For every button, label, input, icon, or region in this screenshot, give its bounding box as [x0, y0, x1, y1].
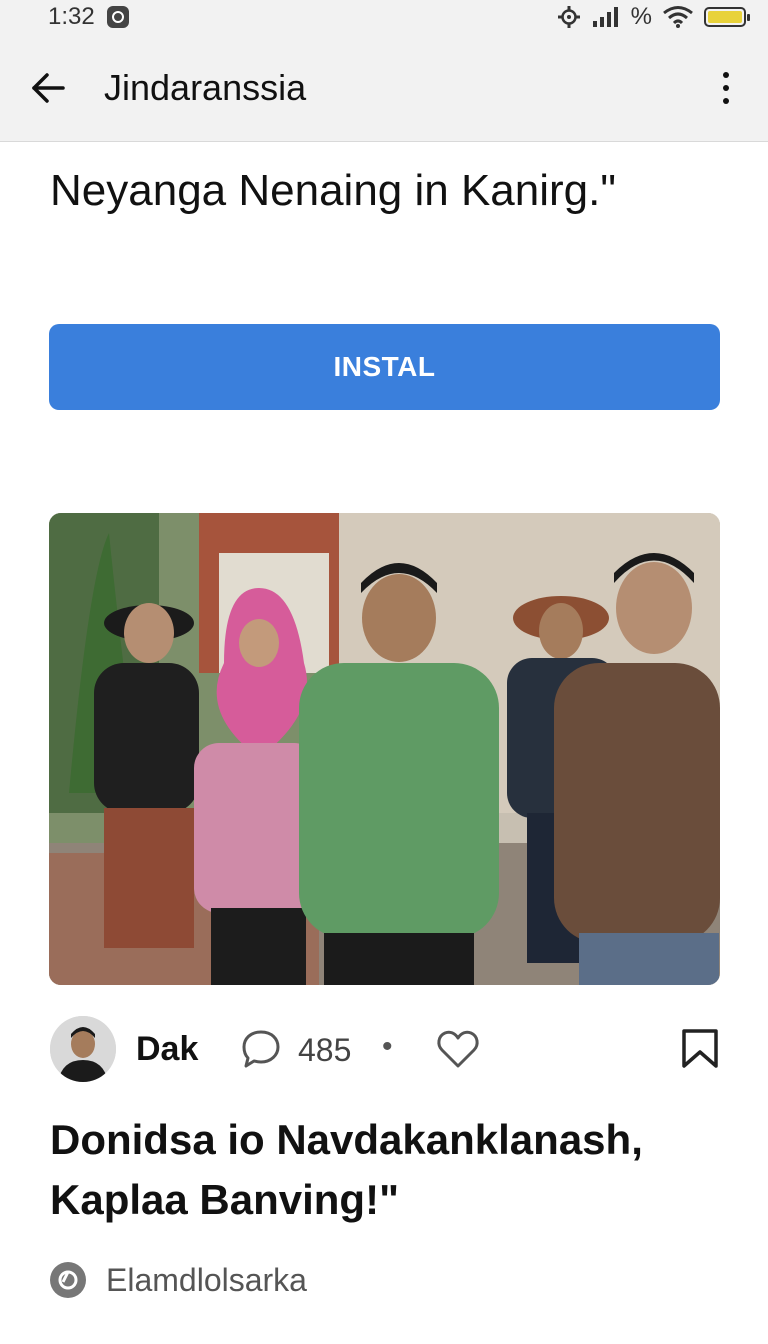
- notification-icon: [106, 6, 129, 28]
- wifi-icon: [663, 6, 693, 28]
- more-options-button[interactable]: [714, 64, 738, 112]
- heart-icon[interactable]: [436, 1028, 480, 1070]
- group-photo[interactable]: [49, 513, 720, 985]
- author-name[interactable]: Dak: [136, 1030, 198, 1069]
- source-name: Elamdlolsarka: [106, 1261, 307, 1298]
- app-title: Jindaranssia: [104, 67, 307, 108]
- comment-count: 485: [298, 1032, 352, 1068]
- arrow-left-icon: [32, 73, 65, 103]
- status-bar: 1:32 %: [0, 0, 768, 34]
- gear-icon: [557, 6, 580, 28]
- comment-icon[interactable]: [240, 1028, 282, 1070]
- source-logo-icon: [50, 1262, 86, 1298]
- install-button[interactable]: INSTAL: [49, 324, 720, 410]
- back-button[interactable]: [26, 66, 70, 110]
- status-left: 1:32: [48, 3, 129, 31]
- avatar[interactable]: [50, 1016, 116, 1082]
- battery-level: [708, 11, 742, 23]
- signal-icon: [592, 7, 618, 27]
- meta-separator: •: [382, 1030, 393, 1063]
- signal-text: %: [630, 3, 652, 30]
- post-headline[interactable]: Donidsa io Navdakanklanash, Kaplaa Banvi…: [50, 1110, 730, 1230]
- promo-text: Neyanga Nenaing in Kanirg.": [50, 166, 616, 215]
- source-row[interactable]: Elamdlolsarka: [50, 1260, 307, 1300]
- more-vert-icon-dot: [723, 85, 729, 91]
- battery-icon: [704, 7, 750, 27]
- post-meta-row: Dak 485 •: [50, 1016, 720, 1084]
- more-vert-icon-dot: [723, 72, 729, 78]
- bookmark-icon[interactable]: [680, 1028, 720, 1070]
- app-bar: Jindaranssia: [0, 34, 768, 142]
- status-right: %: [557, 3, 750, 31]
- more-vert-icon-dot: [723, 98, 729, 104]
- status-time: 1:32: [48, 3, 95, 30]
